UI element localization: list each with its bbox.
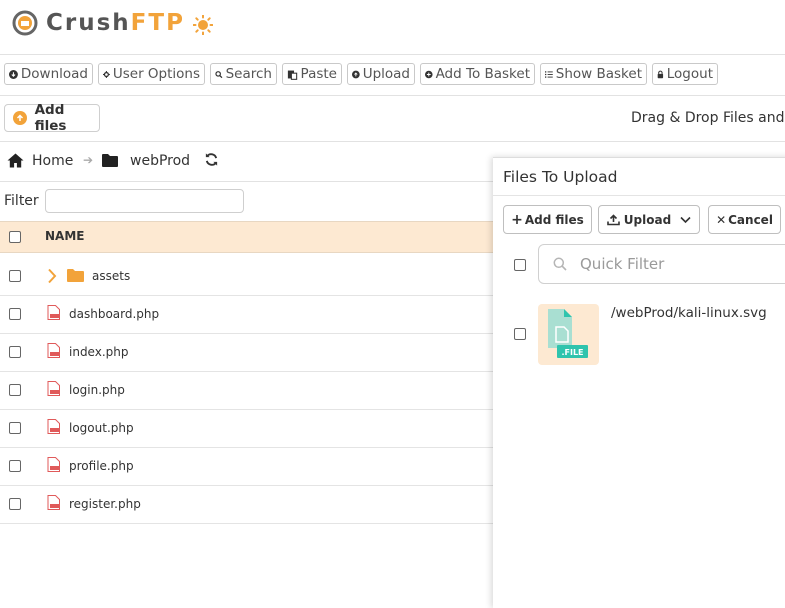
filter-input[interactable] — [45, 189, 244, 213]
file-thumbnail: .FILE — [538, 304, 599, 365]
add-to-basket-button[interactable]: Add To Basket — [420, 63, 535, 85]
folder-icon — [67, 269, 84, 282]
chevron-right-icon[interactable] — [47, 268, 57, 284]
table-row[interactable]: assets — [0, 257, 493, 296]
php-file-icon — [47, 343, 60, 358]
app-header: CrushFTP — [0, 0, 785, 55]
row-checkbox[interactable] — [9, 460, 21, 472]
logout-button[interactable]: Logout — [652, 63, 718, 85]
table-row[interactable]: profile.php — [0, 447, 493, 486]
upload-arrow-icon — [13, 111, 27, 125]
breadcrumb-home[interactable]: Home — [32, 153, 73, 169]
table-row[interactable]: logout.php — [0, 409, 493, 448]
brand-name: CrushFTP — [46, 10, 185, 36]
panel-divider — [493, 195, 785, 196]
breadcrumb-separator-icon: ➔ — [83, 153, 94, 167]
select-all-checkbox[interactable] — [9, 231, 21, 243]
show-basket-button[interactable]: Show Basket — [540, 63, 647, 85]
row-checkbox[interactable] — [9, 384, 21, 396]
quick-filter-placeholder: Quick Filter — [580, 255, 665, 273]
close-icon: ✕ — [716, 212, 727, 227]
search-button[interactable]: Search — [210, 63, 277, 85]
table-row[interactable]: dashboard.php — [0, 295, 493, 334]
file-name[interactable]: index.php — [69, 345, 128, 359]
home-icon[interactable] — [7, 153, 24, 168]
row-checkbox[interactable] — [9, 346, 21, 358]
paste-button[interactable]: Paste — [282, 63, 342, 85]
plus-circle-icon — [425, 70, 433, 78]
chevron-down-icon — [680, 216, 691, 223]
upload-icon — [352, 70, 360, 78]
files-to-upload-panel: Files To Upload + Add files Upload ✕ Can… — [493, 157, 785, 608]
add-files-button[interactable]: Add files — [4, 102, 100, 134]
theme-toggle-sun-icon[interactable] — [193, 15, 213, 35]
panel-cancel-button[interactable]: ✕ Cancel — [708, 205, 781, 234]
paste-icon — [287, 70, 298, 80]
panel-upload-button[interactable]: Upload — [598, 205, 700, 234]
row-checkbox[interactable] — [9, 498, 21, 510]
crushftp-logo-icon — [12, 10, 38, 36]
table-row[interactable]: register.php — [0, 485, 493, 524]
row-checkbox[interactable] — [9, 308, 21, 320]
search-icon — [553, 257, 567, 271]
table-row[interactable]: index.php — [0, 333, 493, 372]
file-name[interactable]: assets — [92, 269, 130, 283]
php-file-icon — [47, 419, 60, 434]
panel-title: Files To Upload — [503, 168, 618, 186]
file-name[interactable]: logout.php — [69, 421, 134, 435]
main-toolbar: Download User Options Search Paste Uploa… — [0, 55, 785, 96]
filter-label: Filter — [4, 193, 39, 209]
file-name[interactable]: login.php — [69, 383, 125, 397]
upload-button[interactable]: Upload — [347, 63, 415, 85]
search-icon — [215, 70, 223, 78]
table-row[interactable]: login.php — [0, 371, 493, 410]
upload-icon — [606, 213, 620, 225]
row-checkbox[interactable] — [9, 422, 21, 434]
file-badge: .FILE — [561, 348, 583, 357]
lock-icon — [657, 70, 664, 78]
row-checkbox[interactable] — [9, 270, 21, 282]
quick-filter-input[interactable]: Quick Filter — [538, 244, 785, 284]
name-column-header[interactable]: NAME — [45, 229, 84, 243]
download-button[interactable]: Download — [4, 63, 93, 85]
upload-file-path: /webProd/kali-linux.svg — [611, 305, 767, 321]
file-name[interactable]: dashboard.php — [69, 307, 159, 321]
refresh-icon[interactable] — [204, 152, 219, 167]
user-options-button[interactable]: User Options — [98, 63, 205, 85]
folder-icon — [102, 154, 118, 167]
php-file-icon — [47, 305, 60, 320]
panel-add-files-button[interactable]: + Add files — [503, 205, 592, 234]
crushftp-logo[interactable]: CrushFTP — [12, 10, 185, 36]
file-name[interactable]: profile.php — [69, 459, 134, 473]
generic-file-icon: .FILE — [548, 309, 588, 358]
breadcrumb-current-folder[interactable]: webProd — [130, 153, 190, 169]
file-name[interactable]: register.php — [69, 497, 141, 511]
php-file-icon — [47, 495, 60, 510]
list-icon — [545, 70, 553, 78]
add-files-bar: Add files Drag & Drop Files and Fo — [0, 96, 785, 142]
panel-select-all-checkbox[interactable] — [514, 259, 526, 271]
plus-icon: + — [511, 211, 523, 228]
upload-file-checkbox[interactable] — [514, 328, 526, 340]
gear-icon — [103, 70, 110, 78]
drag-drop-hint: Drag & Drop Files and Fo — [631, 110, 785, 126]
php-file-icon — [47, 381, 60, 396]
download-icon — [9, 69, 18, 79]
php-file-icon — [47, 457, 60, 472]
